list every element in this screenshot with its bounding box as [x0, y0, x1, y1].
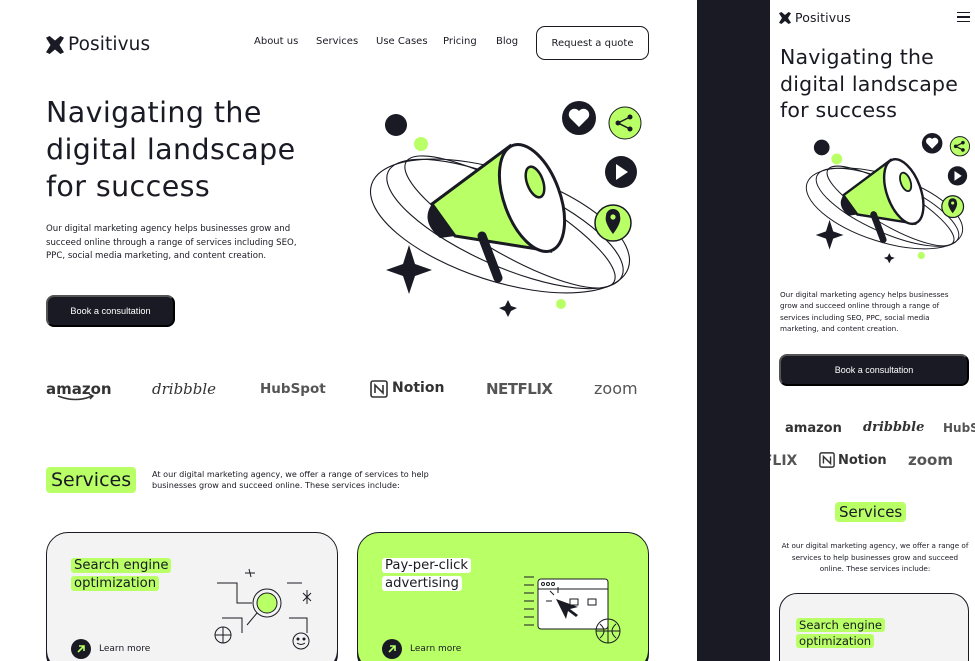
learn-more-link[interactable]: Learn more — [382, 639, 461, 659]
positivus-logo-icon — [46, 35, 64, 54]
positivus-logo-icon — [779, 11, 791, 24]
service-card-ppc[interactable]: Pay-per-click advertising Learn more — [357, 532, 649, 661]
brand-logo[interactable]: Positivus — [779, 10, 851, 25]
brand-logo[interactable]: Positivus — [46, 34, 150, 55]
logo-notion: Notion — [392, 380, 445, 396]
logo-zoom: zoom — [908, 451, 953, 469]
service-card-title: Search engine optimization — [796, 617, 886, 649]
logo-amazon: amazon — [785, 421, 842, 436]
arrow-up-right-icon — [71, 639, 91, 659]
desktop-view: Positivus About us Services Use Cases Pr… — [0, 0, 697, 661]
logo-dribbble: dribbble — [152, 380, 217, 398]
notion-icon — [370, 380, 388, 398]
logo-hubspot: HubSpot — [943, 421, 975, 435]
hero-description: Our digital marketing agency helps busin… — [46, 224, 297, 262]
view-divider — [697, 0, 770, 661]
hero-title: Navigating the digital landscape for suc… — [46, 96, 296, 203]
menu-icon[interactable] — [957, 12, 970, 23]
mobile-view: Positivus Navigating the digital landsca… — [770, 0, 975, 661]
megaphone-illustration — [369, 101, 642, 317]
service-card-title: Pay-per-click advertising — [382, 557, 472, 593]
seo-illustration — [214, 568, 312, 650]
nav-blog[interactable]: Blog — [496, 36, 518, 47]
service-card-title: Search engine optimization — [71, 557, 172, 593]
services-description: At our digital marketing agency, we offe… — [152, 469, 429, 491]
logo-dribbble: dribbble — [863, 420, 925, 435]
amazon-smile-icon — [57, 394, 95, 401]
learn-more-link[interactable]: Learn more — [71, 639, 150, 659]
client-logos: amazon dribbble HubSpot Notion NETFLIX z… — [46, 376, 649, 404]
nav-pricing[interactable]: Pricing — [443, 36, 477, 47]
megaphone-illustration — [805, 133, 971, 264]
arrow-up-right-icon — [382, 639, 402, 659]
service-card-seo[interactable]: Search engine optimization Learn more — [46, 532, 338, 661]
logo-zoom: zoom — [594, 379, 638, 398]
logo-notion: Notion — [838, 453, 887, 468]
book-consultation-button[interactable]: Book a consultation — [46, 295, 175, 327]
nav-about-us[interactable]: About us — [254, 36, 298, 47]
brand-name: Positivus — [68, 34, 151, 55]
services-heading: Services — [835, 502, 907, 522]
nav-use-cases[interactable]: Use Cases — [376, 36, 428, 47]
logo-netflix: NETFLIX — [486, 380, 553, 398]
services-heading: Services — [46, 467, 137, 493]
notion-icon — [819, 452, 835, 468]
brand-name: Positivus — [795, 10, 851, 25]
request-quote-button[interactable]: Request a quote — [536, 26, 649, 60]
hero-description: Our digital marketing agency helps busin… — [780, 290, 949, 334]
ppc-illustration — [524, 576, 621, 644]
logo-netflix: NETFLIX — [770, 453, 798, 469]
hero-title: Navigating the digital landscape for suc… — [780, 45, 959, 122]
logo-hubspot: HubSpot — [260, 381, 326, 397]
book-consultation-button[interactable]: Book a consultation — [779, 354, 969, 386]
services-description: At our digital marketing agency, we offe… — [781, 541, 969, 574]
nav-services[interactable]: Services — [316, 36, 358, 47]
